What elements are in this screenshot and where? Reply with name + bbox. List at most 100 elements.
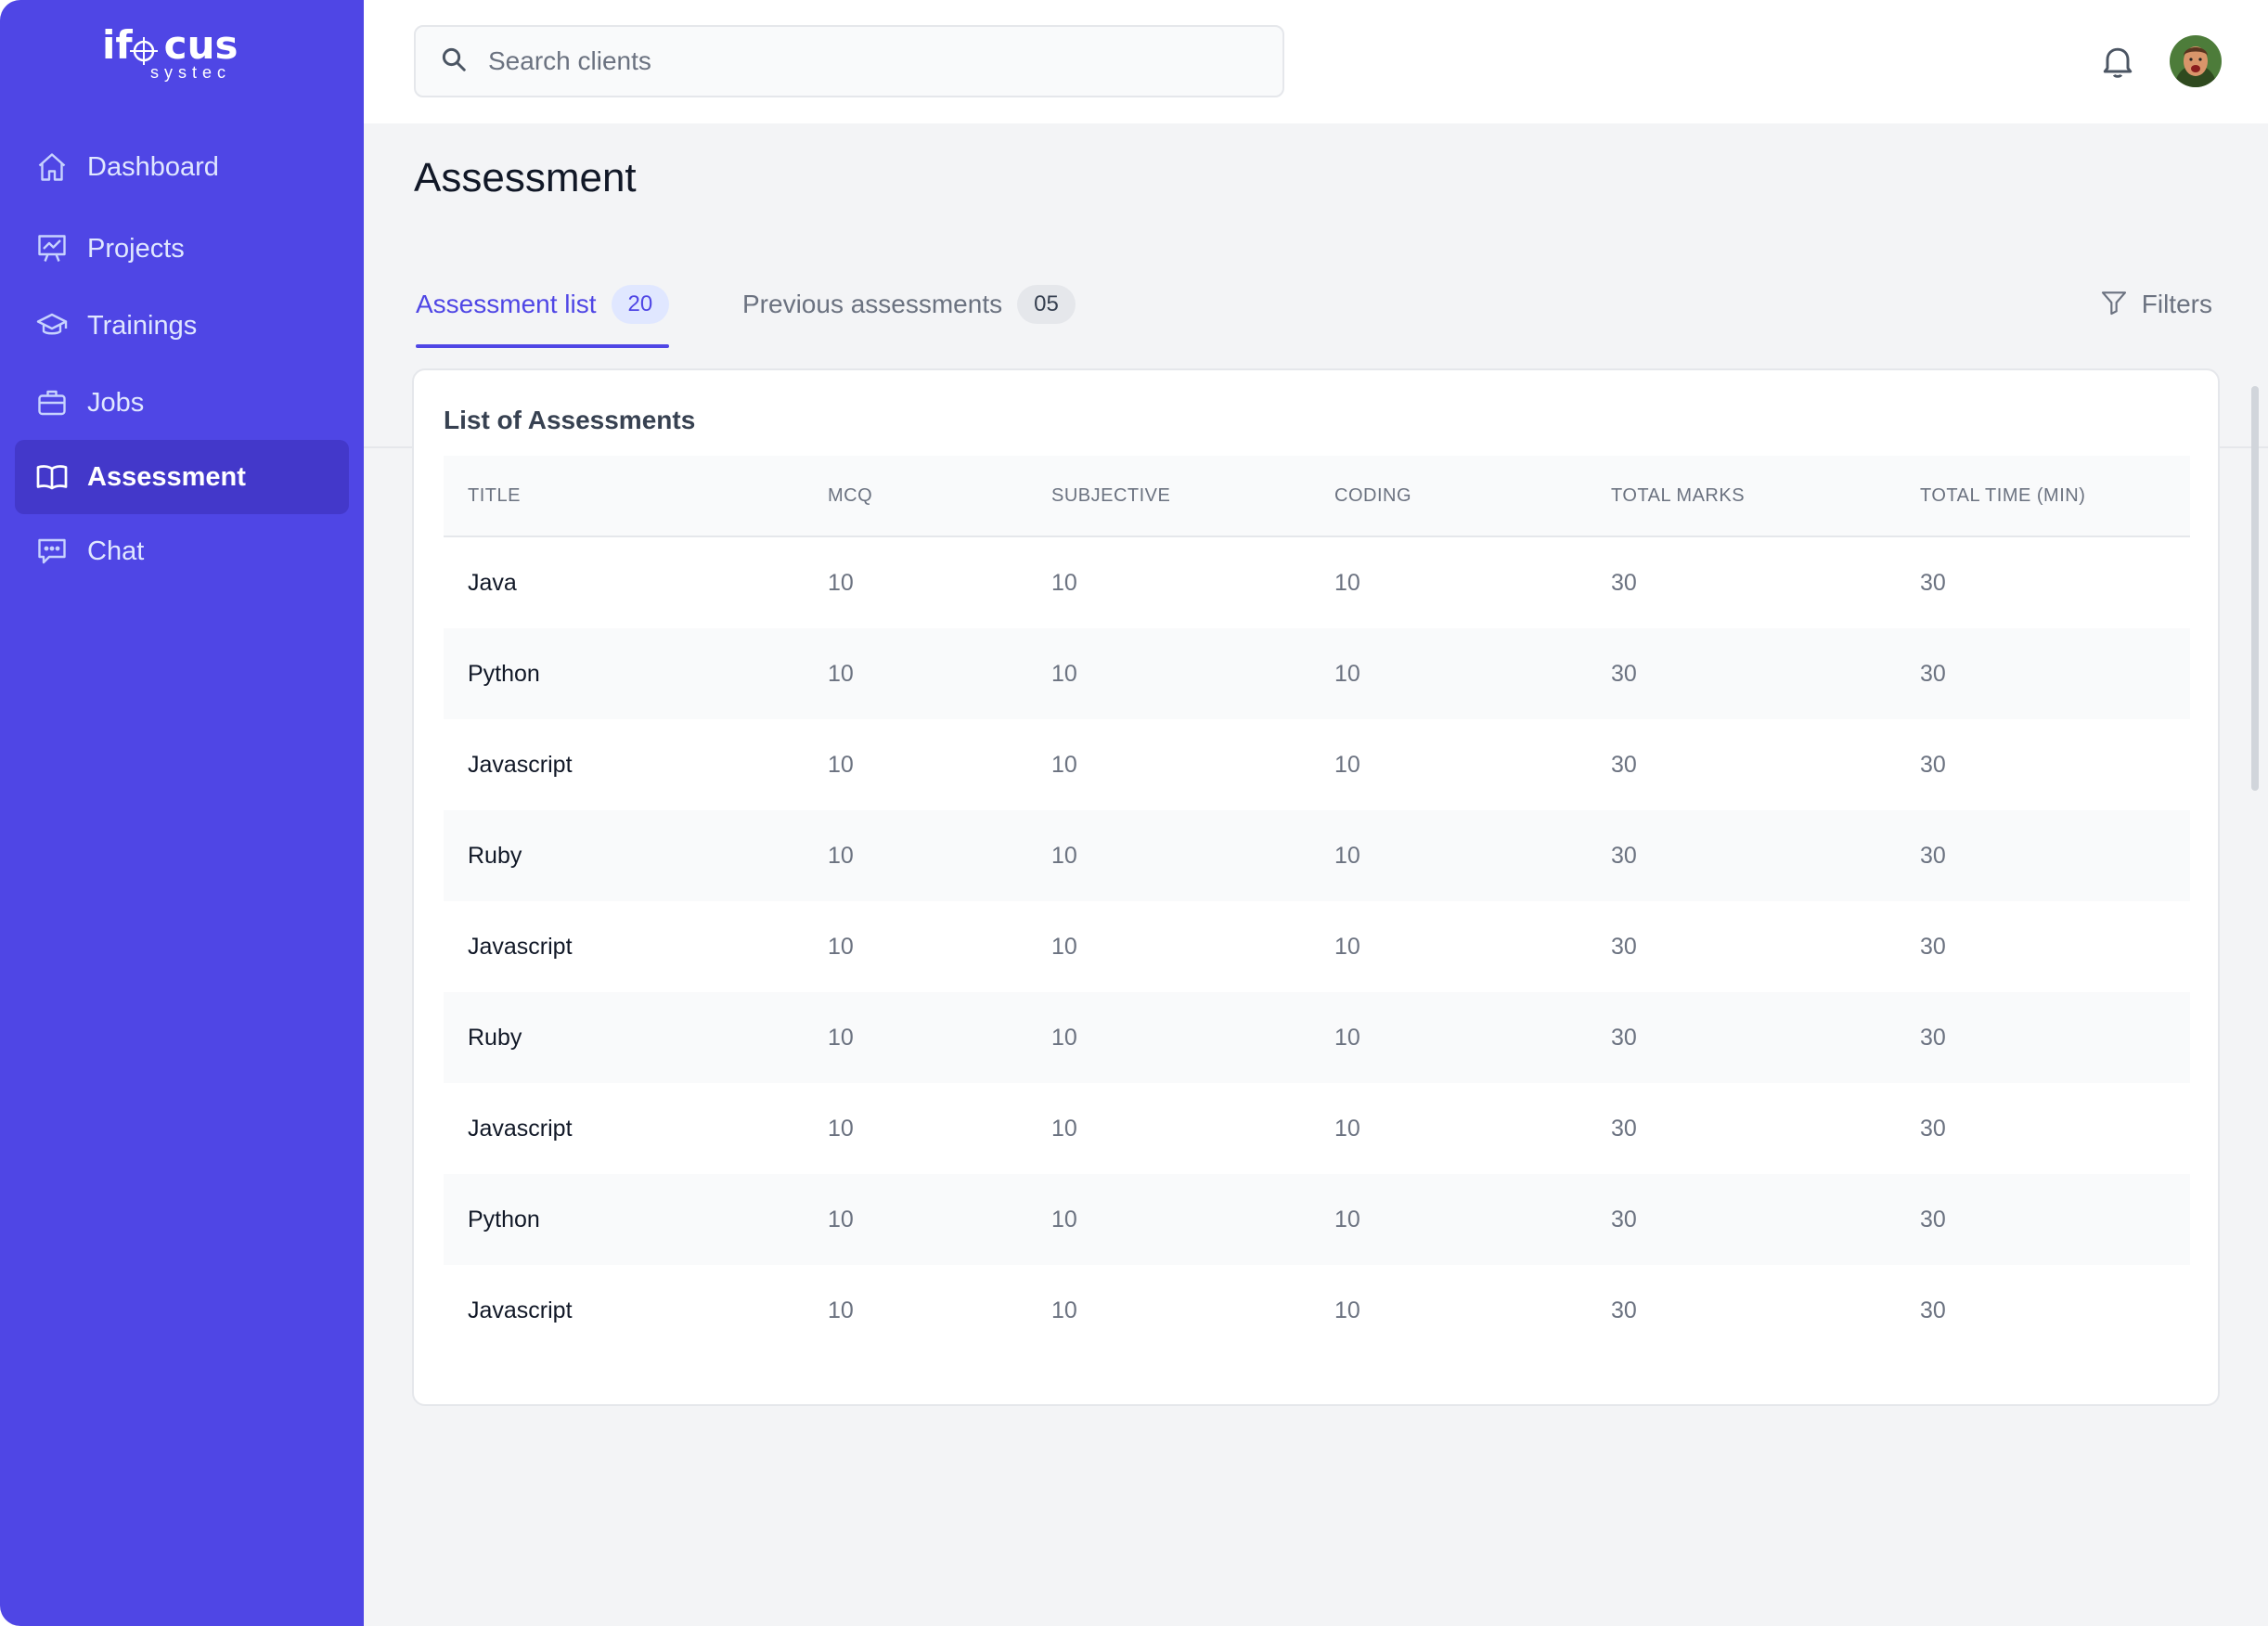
column-header-total-time[interactable]: TOTAL TIME (MIN): [1920, 485, 2085, 507]
scrollbar[interactable]: [2251, 386, 2259, 791]
column-header-subjective[interactable]: SUBJECTIVE: [1051, 485, 1170, 507]
table-row[interactable]: Python 10 10 10 30 30: [444, 628, 2190, 719]
bell-icon[interactable]: [2097, 41, 2138, 82]
chat-icon: [35, 535, 69, 568]
table-body: Java 10 10 10 30 30 Python 10 10 10 30 30 Javascript…: [444, 537, 2190, 1356]
cell-total-marks: 30: [1611, 569, 1637, 596]
cell-mcq: 10: [828, 1115, 854, 1142]
cell-title: Ruby: [468, 842, 522, 869]
main-content: Assessment Assessment list 20 Previous a…: [364, 123, 2268, 1626]
sidebar-item-projects[interactable]: Projects: [15, 212, 349, 286]
app-logo[interactable]: if cus systec: [102, 22, 241, 87]
cell-total-time: 30: [1920, 569, 1946, 596]
cell-subjective: 10: [1051, 569, 1077, 596]
cell-coding: 10: [1334, 1024, 1360, 1051]
cell-title: Javascript: [468, 933, 573, 960]
cell-subjective: 10: [1051, 1297, 1077, 1323]
cell-mcq: 10: [828, 842, 854, 869]
cell-coding: 10: [1334, 1206, 1360, 1232]
cell-subjective: 10: [1051, 1115, 1077, 1142]
sidebar-item-dashboard[interactable]: Dashboard: [15, 130, 349, 204]
count-badge: 05: [1017, 285, 1076, 324]
table-row[interactable]: Javascript 10 10 10 30 30: [444, 901, 2190, 992]
cell-mcq: 10: [828, 1297, 854, 1323]
cell-coding: 10: [1334, 569, 1360, 596]
column-header-title[interactable]: TITLE: [468, 485, 521, 507]
cell-title: Python: [468, 1206, 540, 1232]
search-icon: [440, 45, 468, 78]
cell-title: Javascript: [468, 1297, 573, 1323]
search-input[interactable]: [488, 46, 1249, 76]
cell-total-marks: 30: [1611, 1115, 1637, 1142]
logo-subtext: systec: [150, 63, 232, 82]
table-row[interactable]: Ruby 10 10 10 30 30: [444, 810, 2190, 901]
assessments-table: TITLE MCQ SUBJECTIVE CODING TOTAL MARKS …: [444, 456, 2190, 1356]
sidebar-item-label: Dashboard: [87, 151, 219, 182]
cell-subjective: 10: [1051, 1024, 1077, 1051]
top-bar: [364, 0, 2268, 123]
cell-total-marks: 30: [1611, 842, 1637, 869]
cell-mcq: 10: [828, 660, 854, 687]
cell-coding: 10: [1334, 842, 1360, 869]
cell-total-marks: 30: [1611, 1024, 1637, 1051]
cell-total-time: 30: [1920, 842, 1946, 869]
filters-label: Filters: [2141, 290, 2212, 318]
sidebar-item-trainings[interactable]: Trainings: [15, 289, 349, 363]
cell-total-time: 30: [1920, 1297, 1946, 1323]
sidebar: if cus systec Dashboard Projects Training…: [0, 0, 364, 1626]
search-bar[interactable]: [414, 25, 1284, 97]
filters-button[interactable]: Filters: [2099, 281, 2212, 328]
sidebar-item-jobs[interactable]: Jobs: [15, 366, 349, 440]
avatar[interactable]: [2170, 35, 2222, 87]
cell-total-marks: 30: [1611, 1206, 1637, 1232]
cell-total-time: 30: [1920, 1024, 1946, 1051]
sidebar-item-label: Chat: [87, 536, 145, 566]
table-row[interactable]: Java 10 10 10 30 30: [444, 537, 2190, 628]
cell-title: Javascript: [468, 1115, 573, 1142]
column-header-coding[interactable]: CODING: [1334, 485, 1411, 507]
table-row[interactable]: Javascript 10 10 10 30 30: [444, 1083, 2190, 1174]
active-tab-indicator: [416, 344, 670, 348]
filter-icon: [2099, 288, 2129, 322]
cell-total-time: 30: [1920, 1206, 1946, 1232]
tab-label: Assessment list: [416, 290, 597, 318]
cell-total-marks: 30: [1611, 933, 1637, 960]
cell-subjective: 10: [1051, 842, 1077, 869]
cell-mcq: 10: [828, 933, 854, 960]
cell-total-time: 30: [1920, 660, 1946, 687]
cell-total-marks: 30: [1611, 660, 1637, 687]
sidebar-item-label: Projects: [87, 233, 185, 264]
cell-title: Java: [468, 569, 517, 596]
cell-title: Python: [468, 660, 540, 687]
card-title: List of Assessments: [444, 406, 696, 434]
cell-coding: 10: [1334, 1115, 1360, 1142]
home-icon: [35, 150, 69, 184]
tab-assessment-list[interactable]: Assessment list 20: [416, 263, 670, 348]
column-header-total-marks[interactable]: TOTAL MARKS: [1611, 485, 1745, 507]
cell-title: Javascript: [468, 751, 573, 778]
cell-mcq: 10: [828, 1024, 854, 1051]
table-header: TITLE MCQ SUBJECTIVE CODING TOTAL MARKS …: [444, 456, 2190, 537]
cell-coding: 10: [1334, 933, 1360, 960]
table-row[interactable]: Python 10 10 10 30 30: [444, 1174, 2190, 1265]
cell-subjective: 10: [1051, 933, 1077, 960]
cell-total-marks: 30: [1611, 751, 1637, 778]
table-row[interactable]: Javascript 10 10 10 30 30: [444, 1265, 2190, 1356]
cell-coding: 10: [1334, 1297, 1360, 1323]
cell-total-marks: 30: [1611, 1297, 1637, 1323]
sidebar-item-label: Trainings: [87, 310, 198, 341]
sidebar-item-label: Assessment: [87, 461, 246, 492]
column-header-mcq[interactable]: MCQ: [828, 485, 872, 507]
cell-subjective: 10: [1051, 751, 1077, 778]
cell-subjective: 10: [1051, 1206, 1077, 1232]
table-row[interactable]: Ruby 10 10 10 30 30: [444, 992, 2190, 1083]
table-row[interactable]: Javascript 10 10 10 30 30: [444, 719, 2190, 810]
sidebar-item-assessment[interactable]: Assessment: [15, 440, 349, 514]
sidebar-item-label: Jobs: [87, 387, 145, 418]
cell-total-time: 30: [1920, 1115, 1946, 1142]
tab-label: Previous assessments: [742, 290, 1003, 318]
sidebar-item-chat[interactable]: Chat: [15, 514, 349, 588]
tab-previous-assessments[interactable]: Previous assessments 05: [742, 263, 1076, 346]
cell-coding: 10: [1334, 751, 1360, 778]
cell-coding: 10: [1334, 660, 1360, 687]
